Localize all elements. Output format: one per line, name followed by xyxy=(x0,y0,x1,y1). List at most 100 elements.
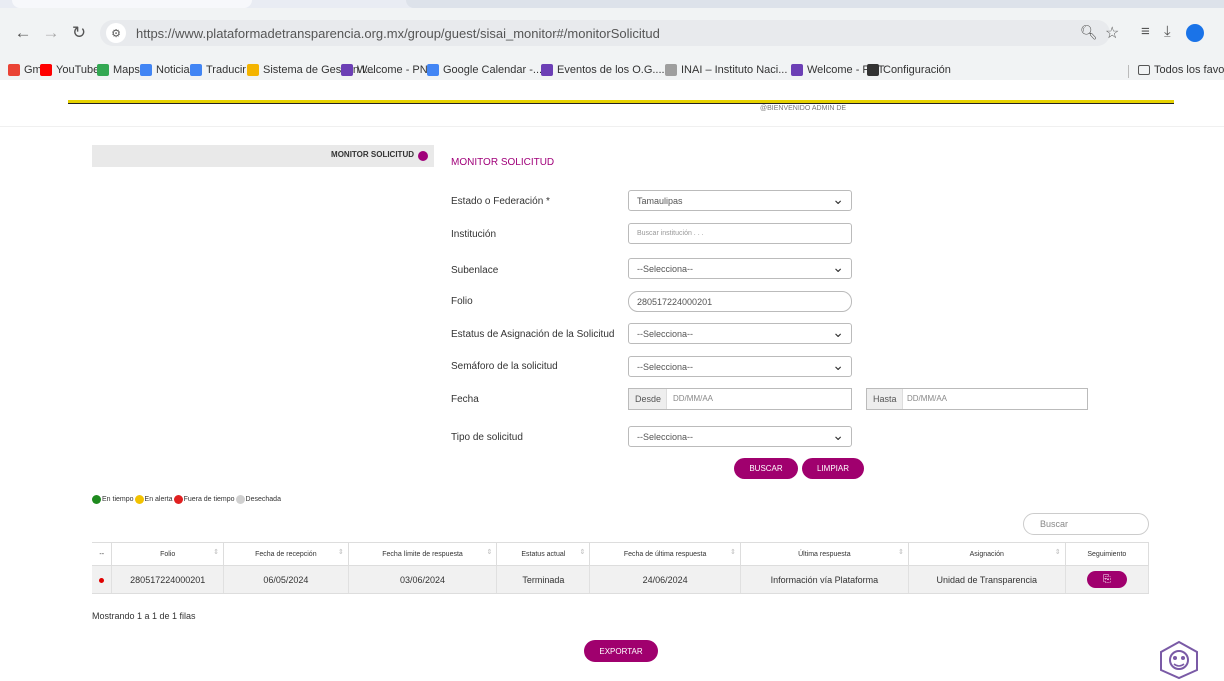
desde-addon: Desde xyxy=(629,389,668,409)
folio-cell: 280517224000201 xyxy=(111,565,224,594)
column-header[interactable]: Fecha límite de respuesta ⇕ xyxy=(348,542,498,566)
bookmark-item[interactable]: YouTube xyxy=(40,64,99,76)
table-header-row: -- Folio ⇕ Fecha de recepción ⇕ Fecha límite … xyxy=(92,542,1150,566)
desde-date-field[interactable]: Desde DD/MM/AA xyxy=(628,388,852,410)
ultima-respuesta-cell: Información vía Plataforma xyxy=(740,565,909,594)
folio-input[interactable]: 280517224000201 xyxy=(628,291,852,312)
folder-icon xyxy=(1138,65,1150,75)
legend-label: En alerta xyxy=(144,496,173,503)
legend-dot-icon xyxy=(134,495,144,504)
column-header-label: Estatus actual xyxy=(521,550,566,558)
bookmark-favicon-icon xyxy=(247,64,259,76)
tipo-select[interactable]: --Selecciona-- xyxy=(628,426,852,447)
reload-icon[interactable]: ↻ xyxy=(66,20,92,46)
semaforo-select[interactable]: --Selecciona-- xyxy=(628,356,852,377)
sort-icon[interactable]: ⇕ xyxy=(1055,548,1061,556)
column-header[interactable]: Seguimiento xyxy=(1065,542,1150,566)
sort-icon[interactable]: ⇕ xyxy=(898,548,904,556)
bookmark-item[interactable]: Traducir xyxy=(190,64,246,76)
browser-tab[interactable] xyxy=(12,0,252,8)
bookmark-item[interactable]: Google Calendar -... xyxy=(427,64,542,76)
asignacion-cell: Unidad de Transparencia xyxy=(908,565,1066,594)
back-icon[interactable]: ← xyxy=(10,20,36,46)
table-search-input[interactable]: Buscar xyxy=(1023,513,1149,535)
bookmark-item[interactable]: Noticias xyxy=(140,64,195,76)
column-header-label: -- xyxy=(99,550,105,558)
bookmark-favicon-icon xyxy=(791,64,803,76)
hasta-date-field[interactable]: Hasta DD/MM/AA xyxy=(866,388,1088,410)
profile-avatar[interactable] xyxy=(1186,24,1204,42)
results-table: -- Folio ⇕ Fecha de recepción ⇕ Fecha límite … xyxy=(92,542,1150,594)
bookmark-favicon-icon xyxy=(8,64,20,76)
site-info-icon[interactable]: ⚙ xyxy=(106,23,126,43)
column-header[interactable]: Fecha de recepción ⇕ xyxy=(223,542,349,566)
url-text[interactable]: https://www.plataformadetransparencia.or… xyxy=(136,26,660,41)
bookmark-label: YouTube xyxy=(56,64,100,76)
sort-icon[interactable]: ⇕ xyxy=(338,548,344,556)
estado-select[interactable]: Tamaulipas xyxy=(628,190,852,211)
recepcion-cell: 06/05/2024 xyxy=(223,565,349,594)
tipo-label: Tipo de solicitud xyxy=(451,432,523,443)
zoom-icon[interactable]: 🔍︎ xyxy=(1080,24,1098,41)
all-bookmarks-label: Todos los favor xyxy=(1154,64,1224,76)
bookmark-label: Google Calendar -... xyxy=(443,64,543,76)
hasta-addon: Hasta xyxy=(867,389,903,409)
column-header-label: Asignación xyxy=(969,550,1004,558)
column-header-label: Última respuesta xyxy=(798,550,851,558)
semaforo-label: Semáforo de la solicitud xyxy=(451,361,558,372)
exportar-button[interactable]: EXPORTAR xyxy=(584,640,658,662)
column-header[interactable]: Última respuesta ⇕ xyxy=(740,542,909,566)
page-content: @BIENVENIDO ADMIN DE MONITOR SOLICITUD M… xyxy=(0,80,1224,681)
status-dot-icon xyxy=(99,577,105,583)
seguimiento-button[interactable]: ⎘ xyxy=(1086,571,1127,588)
folio-label: Folio xyxy=(451,296,473,307)
legend-label: En tiempo xyxy=(102,496,134,503)
sidebar-item-label: MONITOR SOLICITUD xyxy=(331,150,414,159)
buscar-button[interactable]: BUSCAR xyxy=(734,458,798,479)
mascot-logo-icon xyxy=(1160,640,1198,680)
column-header[interactable]: Fecha de última respuesta ⇕ xyxy=(589,542,741,566)
legend-dot-icon xyxy=(173,495,183,504)
bookmark-item[interactable]: Eventos de los O.G.... xyxy=(541,64,665,76)
limite-cell: 03/06/2024 xyxy=(348,565,498,594)
legend-dot-icon xyxy=(92,495,101,504)
bookmark-favicon-icon xyxy=(867,64,879,76)
bookmark-item[interactable]: INAI – Instituto Naci... xyxy=(665,64,787,76)
bookmark-label: Configuración xyxy=(883,64,951,76)
fecha-label: Fecha xyxy=(451,394,479,405)
sort-icon[interactable]: ⇕ xyxy=(213,548,219,556)
bookmark-star-icon[interactable]: ☆ xyxy=(1105,23,1119,43)
column-header[interactable]: Estatus actual ⇕ xyxy=(496,542,591,566)
bookmark-item[interactable]: Configuración xyxy=(867,64,951,76)
column-header[interactable]: Folio ⇕ xyxy=(111,542,224,566)
bookmark-label: Welcome - PNT xyxy=(357,64,435,76)
table-row: 280517224000201 06/05/2024 03/06/2024 Te… xyxy=(92,565,1150,594)
bookmark-label: Eventos de los O.G.... xyxy=(557,64,665,76)
desde-input[interactable]: DD/MM/AA xyxy=(673,394,713,403)
sort-icon[interactable]: ⇕ xyxy=(730,548,736,556)
institucion-input[interactable]: Buscar institución . . . xyxy=(628,223,852,244)
sidebar-item-monitor-solicitud[interactable]: MONITOR SOLICITUD xyxy=(92,145,434,167)
sort-icon[interactable]: ⇕ xyxy=(487,548,493,556)
bookmark-label: Traducir xyxy=(206,64,246,76)
column-header-label: Seguimiento xyxy=(1087,550,1127,558)
estado-label: Estado o Federación * xyxy=(451,196,550,207)
institucion-label: Institución xyxy=(451,229,497,240)
all-bookmarks[interactable]: Todos los favor xyxy=(1138,64,1224,76)
sort-icon[interactable]: ⇕ xyxy=(579,548,585,556)
download-icon[interactable]: ⤓ xyxy=(1164,23,1171,40)
limpiar-button[interactable]: LIMPIAR xyxy=(802,458,864,479)
bookmark-favicon-icon xyxy=(40,64,52,76)
browser-tab-strip xyxy=(0,0,1224,8)
column-header-label: Fecha de última respuesta xyxy=(623,550,707,558)
bookmark-item[interactable]: Maps xyxy=(97,64,140,76)
subenlace-select[interactable]: --Selecciona-- xyxy=(628,258,852,279)
forward-icon[interactable]: → xyxy=(38,20,64,46)
welcome-user: @BIENVENIDO ADMIN DE xyxy=(760,105,847,112)
hasta-input[interactable]: DD/MM/AA xyxy=(907,394,947,403)
estatus-select[interactable]: --Selecciona-- xyxy=(628,323,852,344)
reading-list-icon[interactable]: ≡ xyxy=(1141,23,1150,40)
address-bar[interactable]: ⚙ https://www.plataformadetransparencia.… xyxy=(100,20,1110,46)
bookmark-item[interactable]: Welcome - PNT xyxy=(341,64,434,76)
column-header[interactable]: Asignación ⇕ xyxy=(908,542,1066,566)
